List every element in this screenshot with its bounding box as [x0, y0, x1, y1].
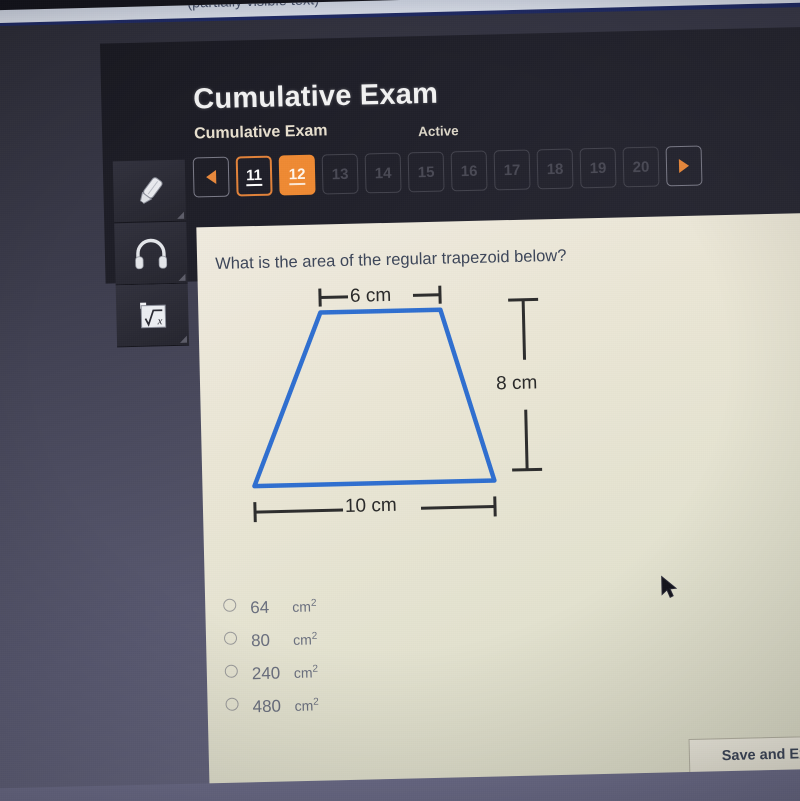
question-button-label: 16 — [460, 162, 478, 180]
exam-subtitle: Cumulative Exam — [193, 122, 328, 143]
chevron-left-icon — [205, 169, 217, 185]
prev-question-button[interactable] — [192, 156, 230, 198]
question-panel: What is the area of the regular trapezoi… — [196, 211, 800, 801]
svg-text:x: x — [156, 315, 162, 327]
radio-button[interactable] — [224, 664, 238, 678]
photo-of-screen: (partially visible text) Cumulative Exam… — [0, 0, 800, 801]
question-button-label: 13 — [331, 165, 349, 183]
question-button-label: 20 — [632, 158, 650, 176]
answer-unit: cm2 — [293, 664, 319, 682]
exam-application: Cumulative Exam Cumulative Exam Active x… — [0, 4, 800, 801]
answer-value: 480 — [252, 696, 282, 717]
answer-option-2[interactable]: 80 cm2 — [223, 630, 318, 665]
trapezoid-shape — [252, 307, 497, 489]
question-button-label: 19 — [589, 159, 607, 177]
answer-unit: cm2 — [292, 598, 317, 616]
radio-button[interactable] — [223, 598, 237, 612]
answer-option-3[interactable]: 240 cm2 — [224, 663, 319, 698]
top-dimension-label: 6 cm — [349, 284, 392, 307]
answer-option-4[interactable]: 480 cm2 — [225, 696, 319, 731]
answer-unit: cm2 — [294, 697, 319, 715]
sqrt-icon: x — [140, 302, 167, 328]
answer-value: 240 — [251, 663, 281, 684]
radio-button[interactable] — [225, 697, 239, 711]
tool-rail: x — [112, 159, 190, 348]
answer-options: 64 cm2 80 cm2 240 cm2 480 cm2 — [223, 597, 319, 731]
question-button-15[interactable]: 15 — [407, 151, 445, 193]
question-button-17[interactable]: 17 — [493, 149, 531, 191]
page-title: Cumulative Exam — [192, 77, 439, 116]
status-badge: Active — [417, 123, 459, 140]
question-button-16[interactable]: 16 — [450, 150, 488, 192]
answer-option-1[interactable]: 64 cm2 — [223, 597, 317, 632]
background-window-text: (partially visible text) — [186, 0, 320, 11]
question-button-20[interactable]: 20 — [622, 146, 660, 188]
trapezoid-diagram — [252, 285, 543, 523]
audio-tool[interactable] — [114, 221, 188, 286]
chevron-right-icon — [678, 158, 690, 174]
question-button-19[interactable]: 19 — [579, 147, 617, 189]
question-prompt: What is the area of the regular trapezoi… — [214, 246, 567, 273]
answer-value: 80 — [250, 630, 271, 651]
trapezoid-figure: 6 cm 8 cm 10 cm — [198, 278, 605, 587]
next-question-button[interactable] — [665, 145, 703, 187]
answer-unit: cm2 — [292, 631, 318, 649]
question-button-label: 12 — [288, 165, 306, 185]
pencil-icon — [139, 176, 163, 205]
question-button-label: 18 — [546, 160, 564, 178]
height-dimension-label: 8 cm — [495, 372, 538, 395]
question-button-18[interactable]: 18 — [536, 148, 574, 190]
answer-value: 64 — [250, 597, 270, 618]
question-button-13[interactable]: 13 — [321, 153, 359, 195]
question-button-label: 17 — [503, 161, 521, 179]
question-button-11[interactable]: 11 — [235, 155, 273, 197]
calculator-tool[interactable]: x — [115, 283, 190, 348]
question-button-14[interactable]: 14 — [364, 152, 402, 194]
question-button-label: 15 — [417, 163, 435, 181]
radio-button[interactable] — [223, 631, 238, 645]
mouse-cursor — [661, 575, 678, 599]
question-button-12[interactable]: 12 — [278, 154, 316, 196]
question-button-label: 14 — [374, 164, 392, 182]
bottom-dimension-label: 10 cm — [344, 494, 397, 517]
question-button-label: 11 — [245, 166, 263, 186]
highlighter-tool[interactable] — [112, 159, 187, 224]
headphones-icon — [135, 238, 168, 269]
